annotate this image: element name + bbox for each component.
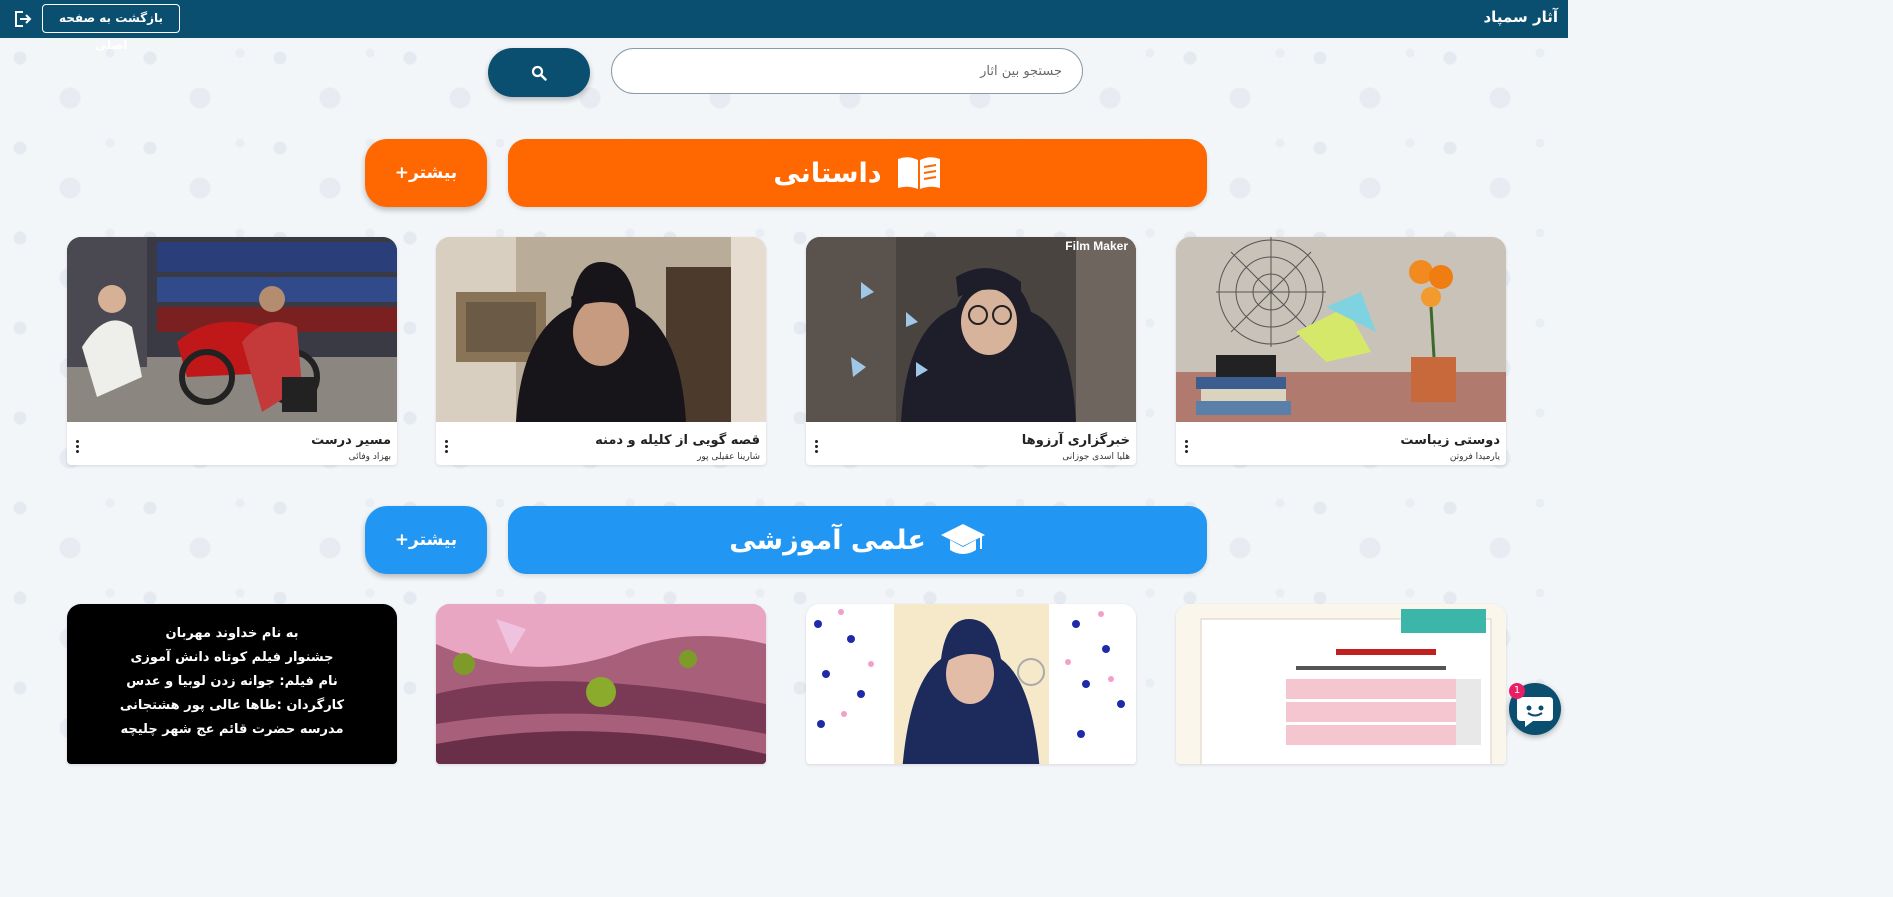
video-title[interactable]: قصه گویی از کلیله و دمنه: [595, 433, 760, 448]
poster-line: مدرسه حضرت قائم عج شهر چلیچه: [120, 722, 344, 737]
video-poster-text: به نام خداوند مهربان جشنوار فیلم کوتاه د…: [67, 622, 397, 742]
video-card[interactable]: مسیر درست بهزاد وفائی: [67, 237, 397, 465]
video-author: هلیا اسدی جوزانی: [1062, 452, 1130, 462]
video-watermark: Film Maker: [1065, 239, 1128, 253]
video-title[interactable]: دوستی زیباست: [1400, 433, 1500, 448]
book-icon: [897, 157, 940, 189]
story-more-button[interactable]: بیشتر+: [365, 139, 487, 207]
category-banner-science[interactable]: علمی آموزشی: [508, 506, 1207, 574]
more-options-icon[interactable]: [442, 440, 450, 456]
science-more-button[interactable]: بیشتر+: [365, 506, 487, 574]
logout-icon[interactable]: [12, 9, 32, 29]
video-card[interactable]: به نام خداوند مهربان جشنوار فیلم کوتاه د…: [67, 604, 397, 764]
more-options-icon[interactable]: [812, 440, 820, 456]
video-thumbnail[interactable]: به نام خداوند مهربان جشنوار فیلم کوتاه د…: [67, 604, 397, 764]
video-thumbnail[interactable]: [806, 604, 1136, 764]
site-title[interactable]: آثار سمپاد: [1483, 8, 1558, 26]
video-thumbnail[interactable]: Film Maker: [806, 237, 1136, 422]
video-thumbnail[interactable]: [436, 237, 766, 422]
more-options-icon[interactable]: [1182, 440, 1190, 456]
poster-line: جشنوار فیلم کوتاه دانش آموزی: [130, 650, 334, 665]
more-options-icon[interactable]: [73, 440, 81, 456]
video-thumbnail[interactable]: [1176, 237, 1506, 422]
video-thumbnail[interactable]: [1176, 604, 1506, 764]
category-title: داستانی: [773, 157, 882, 189]
search-button[interactable]: [488, 48, 590, 97]
poster-line: به نام خداوند مهربان: [165, 626, 299, 641]
video-card[interactable]: Film Maker خبرگزاری آرزوها هلیا اسدی جوز…: [806, 237, 1136, 465]
category-title: علمی آموزشی: [729, 524, 926, 556]
poster-line: نام فیلم: جوانه زدن لوبیا و عدس: [126, 674, 338, 689]
video-author: بهزاد وفائی: [348, 452, 391, 462]
video-card[interactable]: [1176, 604, 1506, 764]
chat-notification-badge: 1: [1509, 683, 1525, 699]
video-author: یارمیدا فروتن: [1449, 452, 1500, 462]
video-card[interactable]: [806, 604, 1136, 764]
category-banner-story[interactable]: داستانی: [508, 139, 1207, 207]
back-to-home-button[interactable]: بازگشت به صفحه اصلی: [42, 4, 180, 52]
video-title[interactable]: خبرگزاری آرزوها: [1022, 433, 1130, 448]
top-navbar: آثار سمپاد بازگشت به صفحه اصلی: [0, 0, 1568, 52]
poster-line: کارگردان :طاها عالی پور هشتجانی: [119, 698, 345, 713]
video-thumbnail[interactable]: [67, 237, 397, 422]
video-card[interactable]: قصه گویی از کلیله و دمنه شارینا عقیلی پو…: [436, 237, 766, 465]
graduation-cap-icon: [940, 524, 985, 554]
search-icon: [531, 65, 547, 81]
video-thumbnail[interactable]: [436, 604, 766, 764]
video-title[interactable]: مسیر درست: [311, 433, 391, 448]
video-card[interactable]: دوستی زیباست یارمیدا فروتن: [1176, 237, 1506, 465]
video-author: شارینا عقیلی پور: [697, 452, 760, 462]
video-card[interactable]: [436, 604, 766, 764]
search-input[interactable]: [611, 48, 1083, 94]
